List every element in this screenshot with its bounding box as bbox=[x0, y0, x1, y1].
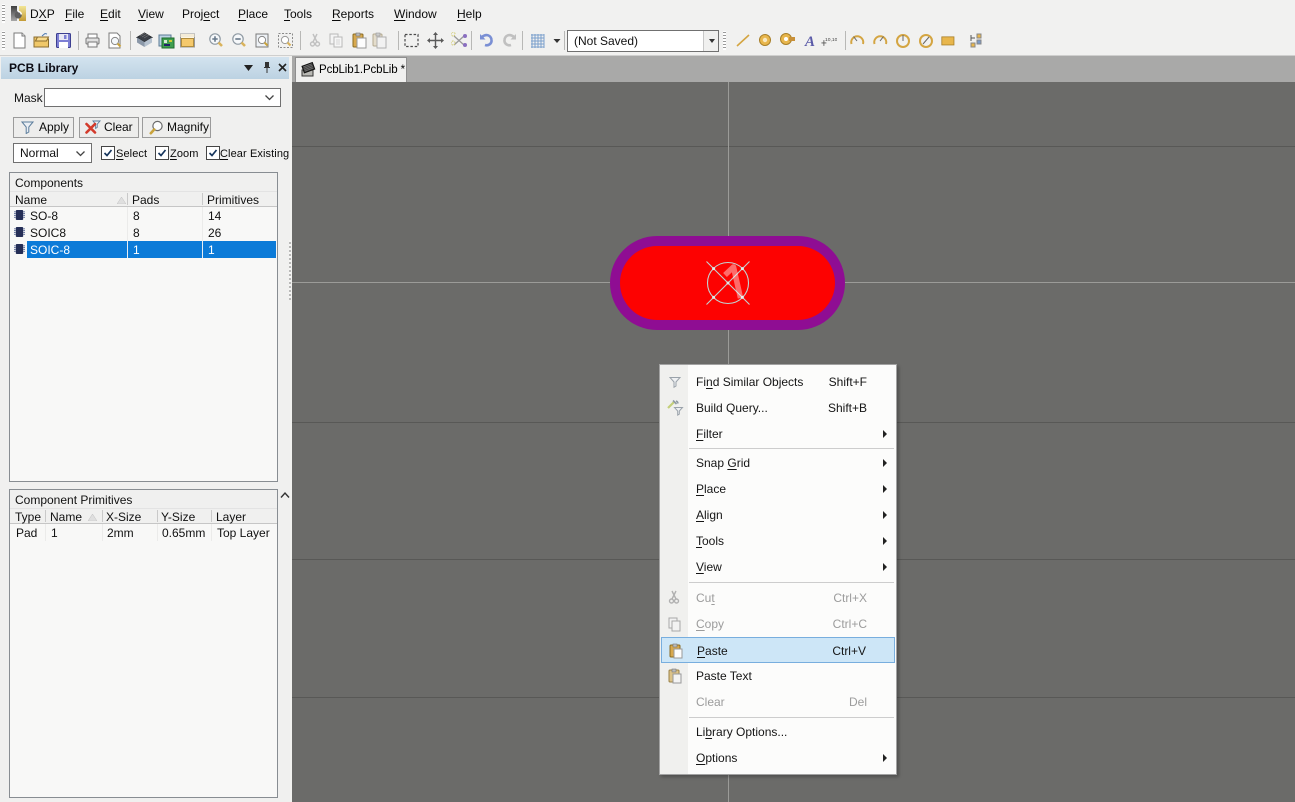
svg-text:10,10: 10,10 bbox=[825, 37, 837, 43]
svg-text:A: A bbox=[804, 34, 815, 49]
